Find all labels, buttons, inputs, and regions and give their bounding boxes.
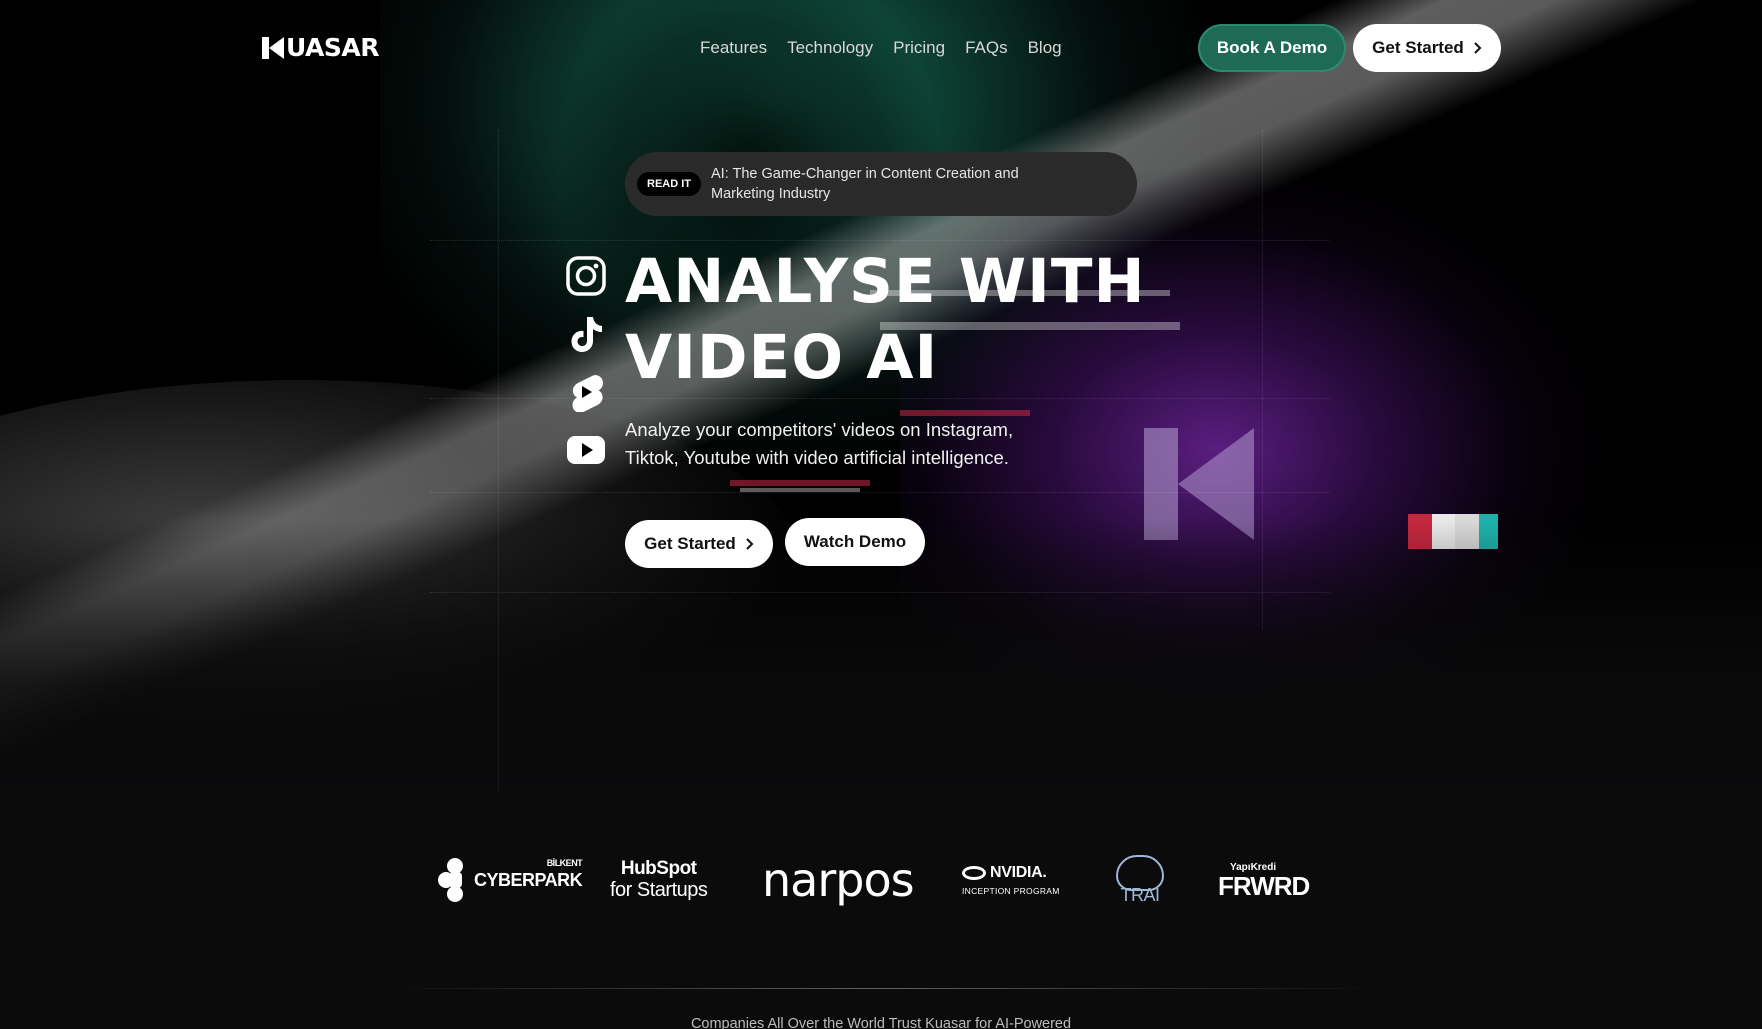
nvidia-name: NVIDIA. — [990, 864, 1047, 881]
get-started-nav-button[interactable]: Get Started — [1353, 24, 1501, 72]
hero-title-line-1: ANALYSE WITH — [625, 246, 1146, 317]
instagram-icon — [566, 256, 606, 296]
chevron-right-icon — [1474, 42, 1482, 54]
hero-title: ANALYSE WITH VIDEO AI — [625, 244, 1145, 396]
book-demo-label: Book A Demo — [1216, 38, 1328, 57]
nvidia-eye-icon — [962, 866, 986, 880]
get-started-hero-button[interactable]: Get Started — [625, 520, 773, 568]
cyberpark-prefix: BİLKENT — [546, 857, 583, 868]
nav-link-technology[interactable]: Technology — [787, 36, 873, 60]
announcement-text: AI: The Game-Changer in Content Creation… — [711, 166, 1019, 202]
trust-heading: Companies All Over the World Trust Kuasa… — [690, 1016, 1072, 1029]
announcement-pill[interactable]: READ IT AI: The Game-Changer in Content … — [625, 152, 1137, 216]
logo-text: UASAR — [286, 33, 379, 62]
cyberpark-logo: BİLKENT CYBERPARK — [438, 848, 583, 912]
watch-demo-button[interactable]: Watch Demo — [785, 518, 925, 566]
nav-links: Features Technology Pricing FAQs Blog — [700, 36, 1062, 60]
hubspot-startups-logo: HubSpot for Startups — [610, 848, 708, 912]
tiktok-icon — [566, 314, 606, 354]
watch-demo-label: Watch Demo — [803, 532, 907, 551]
section-divider — [380, 988, 1382, 989]
cyberpark-mark-icon — [438, 858, 472, 902]
top-navigation: UASAR Features Technology Pricing FAQs B… — [0, 0, 1762, 96]
nav-link-pricing[interactable]: Pricing — [893, 36, 945, 60]
hubspot-sub: for Startups — [610, 879, 708, 901]
book-demo-button[interactable]: Book A Demo — [1198, 24, 1346, 72]
frwrd-name: FRWRD — [1218, 870, 1310, 901]
youtube-icon — [566, 430, 606, 470]
hero-subtitle: Analyze your competitors' videos on Inst… — [625, 419, 1014, 468]
read-it-badge: READ IT — [637, 172, 701, 196]
nav-link-blog[interactable]: Blog — [1028, 36, 1062, 60]
narpos-name: narpos — [762, 853, 915, 907]
hubspot-name: HubSpot — [620, 858, 697, 879]
trai-name: TRAI — [1120, 884, 1160, 905]
nav-link-features[interactable]: Features — [700, 36, 767, 60]
kuasar-logo[interactable]: UASAR — [262, 33, 379, 62]
chevron-right-icon — [746, 538, 754, 550]
partner-logos: BİLKENT CYBERPARK HubSpot for Startups n… — [430, 848, 1330, 912]
kuasar-logo-icon — [262, 37, 284, 59]
hero-title-line-2: VIDEO AI — [625, 322, 939, 393]
nav-link-faqs[interactable]: FAQs — [965, 36, 1008, 60]
yapikredi-frwrd-logo: YapıKredi FRWRD — [1218, 848, 1310, 912]
nvidia-inception-logo: NVIDIA. INCEPTION PROGRAM — [962, 848, 1060, 912]
nvidia-sub: INCEPTION PROGRAM — [962, 886, 1060, 896]
get-started-nav-label: Get Started — [1372, 38, 1464, 57]
narpos-logo: narpos — [762, 848, 915, 912]
get-started-hero-label: Get Started — [644, 534, 736, 553]
youtube-shorts-icon — [566, 372, 606, 412]
trai-logo: TRAI — [1110, 848, 1170, 912]
cyberpark-name: CYBERPARK — [474, 869, 583, 890]
